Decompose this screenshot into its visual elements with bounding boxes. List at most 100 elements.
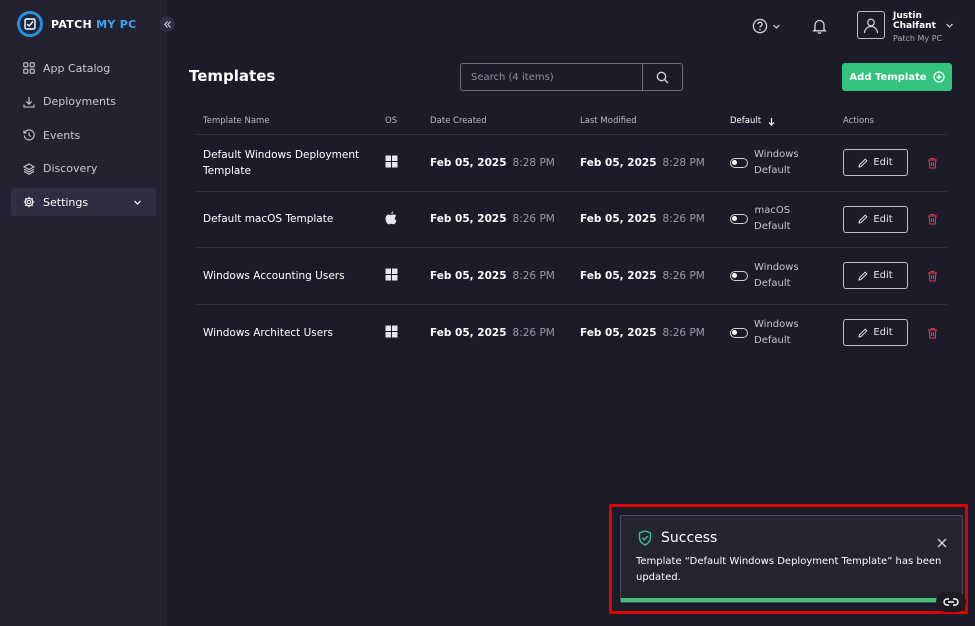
- created-date: Feb 05, 2025: [430, 269, 507, 282]
- app-root: PATCH MY PC App Catalog Deployments Even…: [0, 0, 975, 626]
- success-toast: Success Template “Default Windows Deploy…: [620, 515, 963, 603]
- default-cell: Windows Default: [730, 260, 843, 292]
- edit-label: Edit: [873, 157, 893, 169]
- sidebar: PATCH MY PC App Catalog Deployments Even…: [0, 0, 167, 626]
- actions-cell: Edit: [843, 205, 947, 233]
- os-cell: [377, 210, 430, 229]
- user-org: Patch My PC: [893, 34, 943, 43]
- sidebar-item-events[interactable]: Events: [11, 121, 156, 149]
- brand-logo[interactable]: PATCH MY PC: [17, 10, 137, 38]
- add-template-label: Add Template: [849, 71, 927, 83]
- sidebar-item-label: Events: [43, 128, 81, 142]
- header-date-created[interactable]: Date Created: [430, 116, 580, 126]
- delete-button[interactable]: [927, 213, 938, 225]
- sidebar-item-discovery[interactable]: Discovery: [11, 155, 156, 183]
- user-icon: [863, 18, 879, 34]
- apple-icon: [385, 211, 397, 225]
- windows-icon: [385, 325, 398, 338]
- toast-close-button[interactable]: [937, 533, 947, 552]
- sidebar-item-label: Settings: [43, 195, 89, 209]
- edit-label: Edit: [873, 213, 893, 225]
- modified-time: 8:26 PM: [662, 326, 705, 339]
- delete-button[interactable]: [927, 157, 938, 169]
- sidebar-item-app-catalog[interactable]: App Catalog: [11, 54, 156, 82]
- last-modified: Feb 05, 2025 8:28 PM: [580, 157, 730, 169]
- toast-message: Template “Default Windows Deployment Tem…: [636, 556, 942, 583]
- table-row[interactable]: Windows Architect Users Feb 05, 2025 8:26…: [195, 305, 947, 362]
- header-default[interactable]: Default: [730, 116, 843, 126]
- header-template-name[interactable]: Template Name: [195, 113, 377, 129]
- default-word: Default: [754, 221, 791, 233]
- sidebar-item-deployments[interactable]: Deployments: [11, 88, 156, 116]
- link-badge[interactable]: [936, 592, 966, 612]
- shield-check-icon: [638, 530, 652, 546]
- default-cell: macOS Default: [730, 203, 843, 235]
- default-word: Default: [754, 164, 791, 176]
- avatar: [857, 11, 885, 39]
- os-cell: [377, 323, 430, 342]
- created-time: 8:26 PM: [512, 269, 555, 282]
- header-os[interactable]: OS: [377, 116, 430, 126]
- default-toggle[interactable]: [730, 327, 748, 338]
- toast-header: Success: [638, 530, 717, 546]
- delete-button[interactable]: [927, 327, 938, 339]
- default-word: Default: [754, 334, 791, 346]
- default-word: Default: [754, 277, 791, 289]
- search-button[interactable]: [642, 64, 682, 90]
- edit-button[interactable]: Edit: [843, 262, 908, 290]
- collapse-sidebar-button[interactable]: [159, 16, 175, 32]
- actions-cell: Edit: [843, 262, 947, 290]
- layers-icon: [23, 162, 35, 175]
- edit-label: Edit: [873, 327, 893, 339]
- user-menu[interactable]: Justin Chalfant Patch My PC: [857, 11, 953, 44]
- date-created: Feb 05, 2025 8:26 PM: [430, 327, 580, 339]
- edit-button[interactable]: Edit: [843, 149, 908, 177]
- template-name: Default macOS Template: [203, 213, 334, 226]
- pencil-icon: [858, 271, 868, 281]
- table-row[interactable]: Windows Accounting Users Feb 05, 2025 8:2…: [195, 248, 947, 305]
- windows-icon: [385, 268, 398, 281]
- date-created: Feb 05, 2025 8:26 PM: [430, 270, 580, 282]
- table-row[interactable]: Default Windows Deployment Template Feb …: [195, 135, 947, 192]
- edit-button[interactable]: Edit: [843, 205, 908, 233]
- created-time: 8:28 PM: [512, 156, 555, 169]
- os-cell: [377, 153, 430, 172]
- header-default-label: Default: [730, 116, 762, 126]
- table-row[interactable]: Default macOS Template Feb 05, 2025 8:26 …: [195, 192, 947, 248]
- last-modified: Feb 05, 2025 8:26 PM: [580, 213, 730, 225]
- help-icon: [752, 18, 768, 34]
- default-cell: Windows Default: [730, 317, 843, 349]
- user-first-name: Justin: [893, 11, 922, 21]
- toast-progress-bar: [621, 598, 939, 602]
- default-os: Windows: [754, 318, 799, 330]
- default-cell: Windows Default: [730, 147, 843, 179]
- help-menu-button[interactable]: [752, 18, 781, 34]
- created-time: 8:26 PM: [512, 326, 555, 339]
- sidebar-nav: App Catalog Deployments Events Discovery…: [11, 54, 156, 222]
- last-modified: Feb 05, 2025 8:26 PM: [580, 327, 730, 339]
- modified-time: 8:26 PM: [662, 269, 705, 282]
- template-name: Windows Architect Users: [203, 326, 334, 339]
- notifications-button[interactable]: [812, 18, 827, 38]
- search-input[interactable]: [461, 64, 642, 90]
- actions-cell: Edit: [843, 319, 947, 347]
- search-box: [460, 63, 683, 91]
- default-toggle[interactable]: [730, 214, 748, 225]
- edit-button[interactable]: Edit: [843, 319, 908, 347]
- modified-date: Feb 05, 2025: [580, 326, 657, 339]
- delete-button[interactable]: [927, 270, 938, 282]
- add-template-button[interactable]: Add Template: [842, 63, 952, 91]
- created-date: Feb 05, 2025: [430, 326, 507, 339]
- modified-time: 8:26 PM: [662, 213, 705, 226]
- created-time: 8:26 PM: [512, 213, 555, 226]
- default-label: Windows Default: [754, 317, 799, 349]
- date-created: Feb 05, 2025 8:26 PM: [430, 213, 580, 225]
- trash-icon: [928, 270, 937, 282]
- sidebar-item-label: App Catalog: [43, 61, 111, 75]
- header-last-modified[interactable]: Last Modified: [580, 116, 730, 126]
- default-toggle[interactable]: [730, 157, 748, 168]
- sidebar-item-label: Discovery: [43, 162, 98, 175]
- windows-icon: [385, 155, 398, 168]
- sidebar-item-settings[interactable]: Settings: [11, 188, 156, 216]
- default-toggle[interactable]: [730, 270, 748, 281]
